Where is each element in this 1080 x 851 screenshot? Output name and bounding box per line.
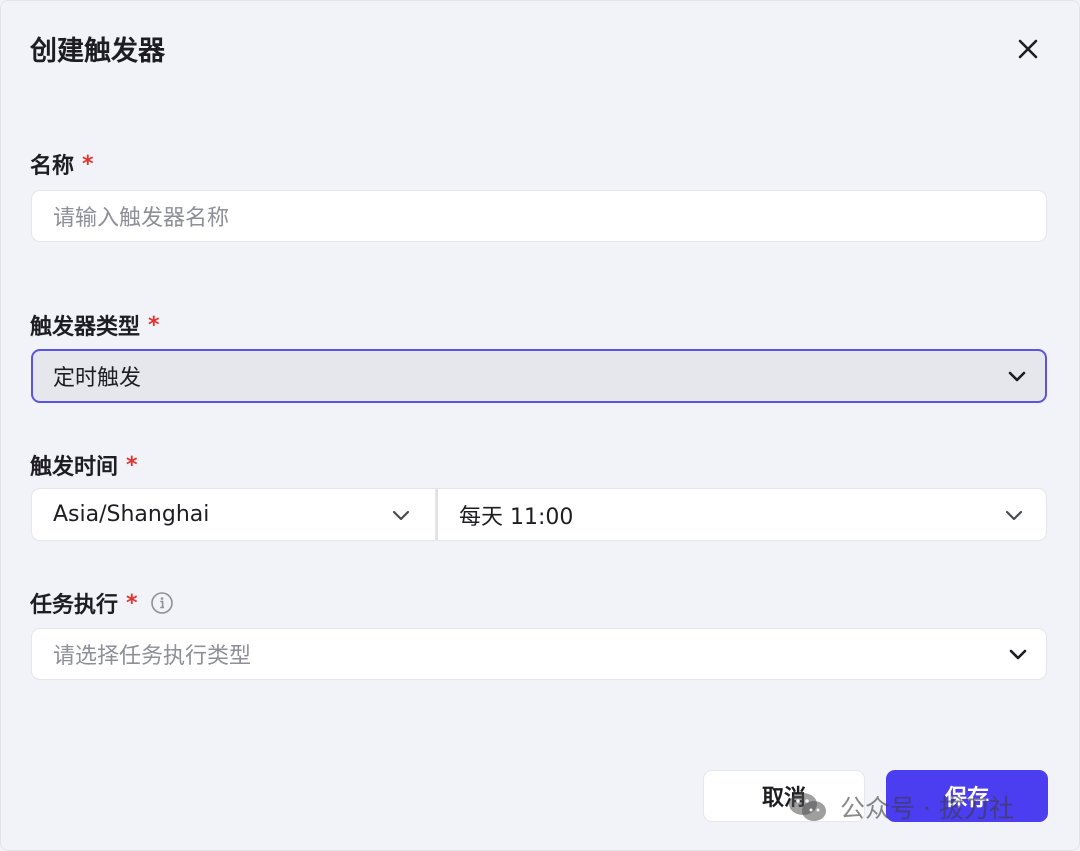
chevron-down-icon (1005, 364, 1029, 388)
trigger-type-label: 触发器类型 (30, 315, 141, 340)
required-mark: * (126, 590, 138, 616)
name-input-placeholder: 请输入触发器名称 (53, 206, 230, 231)
required-mark: * (82, 151, 94, 177)
cancel-button[interactable]: 取消 (703, 770, 865, 822)
name-label: 名称 (30, 154, 75, 179)
schedule-select[interactable]: 每天 11:00 (436, 488, 1047, 541)
chevron-down-icon (1002, 503, 1026, 527)
trigger-time-label: 触发时间 (30, 455, 119, 480)
close-button[interactable] (1012, 33, 1044, 65)
task-exec-label-row: 任务执行 * (30, 587, 174, 619)
save-button[interactable]: 保存 (886, 770, 1048, 822)
chevron-down-icon (389, 503, 413, 527)
trigger-time-label-row: 触发时间 * (30, 449, 138, 481)
dialog-title: 创建触发器 (30, 36, 165, 67)
trigger-time-group: Asia/Shanghai 每天 11:00 (31, 488, 1047, 541)
required-mark: * (148, 312, 160, 338)
timezone-select[interactable]: Asia/Shanghai (31, 488, 436, 541)
task-exec-placeholder: 请选择任务执行类型 (53, 644, 252, 669)
chevron-down-icon (1006, 642, 1030, 666)
task-exec-select[interactable]: 请选择任务执行类型 (31, 628, 1047, 680)
trigger-type-selected: 定时触发 (53, 366, 142, 391)
schedule-value: 每天 11:00 (459, 504, 574, 530)
name-label-row: 名称 * (30, 148, 94, 180)
name-input[interactable]: 请输入触发器名称 (31, 190, 1047, 242)
close-icon (1018, 39, 1038, 59)
required-mark: * (126, 452, 138, 478)
info-icon[interactable] (150, 591, 174, 615)
task-exec-label: 任务执行 (30, 593, 119, 618)
trigger-type-label-row: 触发器类型 * (30, 309, 160, 341)
timezone-value: Asia/Shanghai (53, 502, 210, 527)
trigger-type-select[interactable]: 定时触发 (31, 349, 1047, 403)
create-trigger-dialog: 创建触发器 名称 * 请输入触发器名称 触发器类型 * 定时触发 触发时间 * … (0, 0, 1080, 851)
